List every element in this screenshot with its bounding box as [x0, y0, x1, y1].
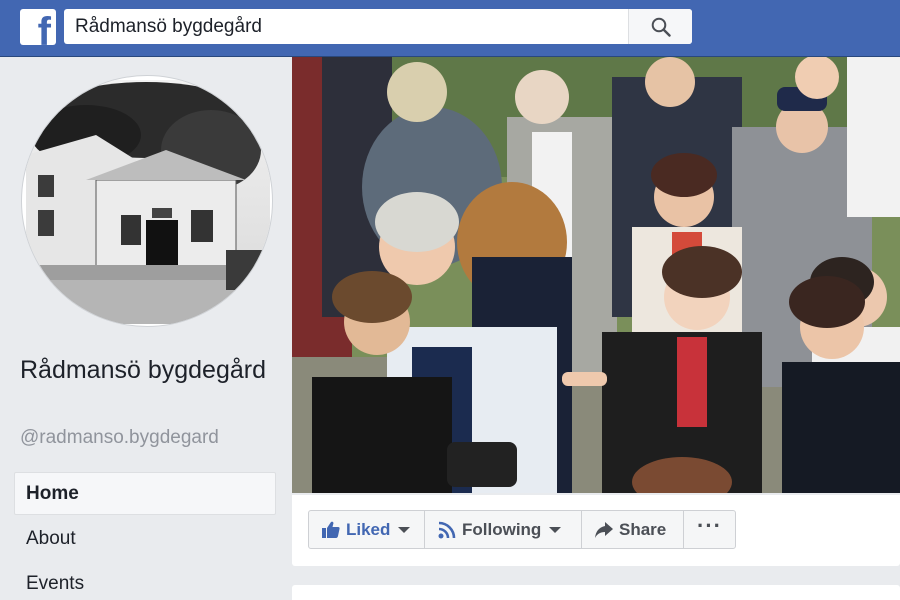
content-card	[292, 585, 900, 600]
chevron-down-icon	[398, 526, 411, 533]
share-label: Share	[619, 519, 667, 539]
rss-feed-icon	[438, 521, 456, 539]
cover-photo[interactable]	[292, 57, 900, 493]
share-button[interactable]: Share	[581, 510, 684, 549]
page-title: Rådmansö bygdegård	[20, 356, 266, 384]
share-arrow-icon	[595, 521, 613, 538]
following-button[interactable]: Following	[424, 510, 582, 549]
page-actions-bar: Liked Following Share ···	[292, 495, 900, 566]
liked-label: Liked	[346, 519, 391, 539]
search-button[interactable]	[628, 9, 692, 44]
search-icon	[651, 17, 671, 37]
following-label: Following	[462, 519, 542, 539]
facebook-logo-icon[interactable]: f	[20, 9, 56, 45]
top-bar: f	[0, 0, 900, 57]
more-options-button[interactable]: ···	[683, 510, 736, 549]
more-dots-icon: ···	[697, 512, 722, 538]
page-username[interactable]: @radmanso.bygdegard	[20, 427, 219, 449]
nav-item-events[interactable]: Events	[14, 562, 276, 600]
left-column: Rådmansö bygdegård @radmanso.bygdegard H…	[0, 57, 291, 600]
search-input[interactable]	[64, 9, 627, 44]
search-box	[64, 9, 692, 44]
nav-item-home[interactable]: Home	[14, 472, 276, 515]
liked-button[interactable]: Liked	[308, 510, 425, 549]
page-nav: Home About Events	[14, 472, 276, 600]
nav-item-about[interactable]: About	[14, 517, 276, 560]
chevron-down-icon	[549, 526, 562, 533]
thumbs-up-icon	[322, 521, 340, 538]
profile-picture[interactable]	[21, 75, 273, 327]
